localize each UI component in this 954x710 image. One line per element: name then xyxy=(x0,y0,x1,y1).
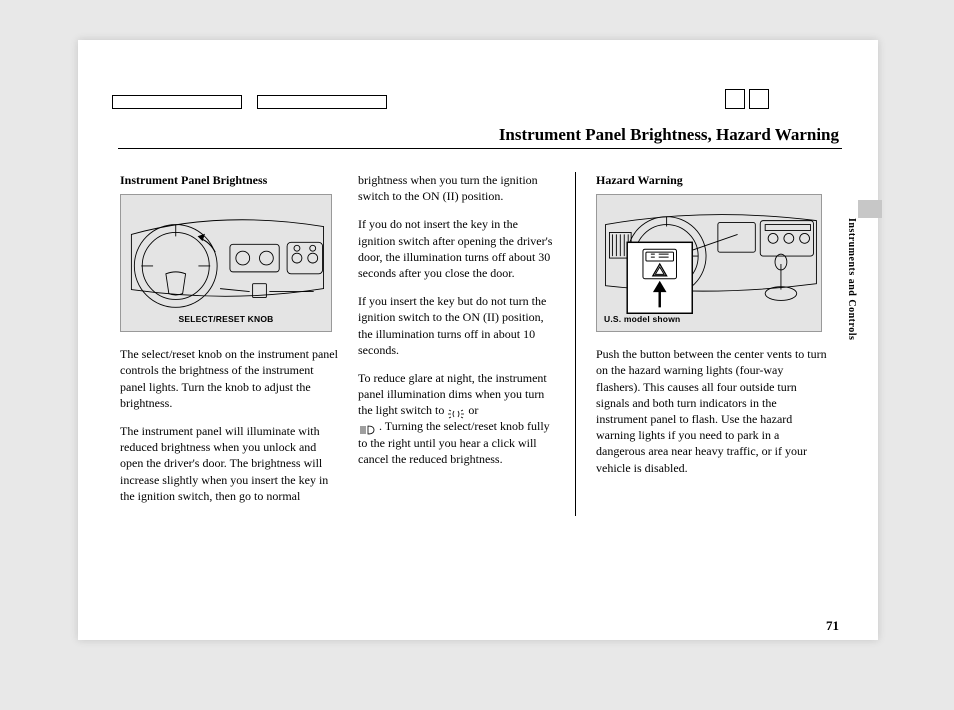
parking-lights-icon xyxy=(447,407,465,417)
dashboard-illustration-2 xyxy=(597,195,821,331)
col2-para-4b: or xyxy=(465,403,478,417)
title-rule xyxy=(118,148,842,149)
col2-para-2: If you do not insert the key in the igni… xyxy=(358,216,557,281)
crop-mark-right-1 xyxy=(725,89,745,109)
column-2: brightness when you turn the ignition sw… xyxy=(358,172,576,516)
headlights-icon xyxy=(358,423,376,433)
col2-para-4c: . Turning the select/reset knob fully to… xyxy=(358,419,550,465)
col1-para-2: The instrument panel will illuminate wit… xyxy=(120,423,338,504)
crop-mark-left-2 xyxy=(257,95,387,109)
crop-mark-left-1 xyxy=(112,95,242,109)
content-columns: Instrument Panel Brightness xyxy=(120,172,840,516)
figure-caption-1: SELECT/RESET KNOB xyxy=(121,314,331,325)
col2-para-1: brightness when you turn the ignition sw… xyxy=(358,172,557,204)
crop-mark-right-2 xyxy=(749,89,769,109)
figure-caption-2: U.S. model shown xyxy=(604,314,821,325)
col3-para-1: Push the button between the center vents… xyxy=(596,346,828,476)
col2-para-3: If you insert the key but do not turn th… xyxy=(358,293,557,358)
figure-select-reset-knob: SELECT/RESET KNOB xyxy=(120,194,332,332)
heading-brightness: Instrument Panel Brightness xyxy=(120,172,338,188)
page-title: Instrument Panel Brightness, Hazard Warn… xyxy=(499,125,839,145)
col1-para-1: The select/reset knob on the instrument … xyxy=(120,346,338,411)
figure-hazard-button: U.S. model shown xyxy=(596,194,822,332)
dashboard-illustration-1 xyxy=(121,195,331,331)
heading-hazard: Hazard Warning xyxy=(596,172,828,188)
section-tab xyxy=(858,200,882,218)
column-3: Hazard Warning xyxy=(596,172,828,516)
column-1: Instrument Panel Brightness xyxy=(120,172,338,516)
col2-para-4: To reduce glare at night, the instrument… xyxy=(358,370,557,467)
page-number: 71 xyxy=(826,618,839,634)
section-label: Instruments and Controls xyxy=(846,218,856,340)
